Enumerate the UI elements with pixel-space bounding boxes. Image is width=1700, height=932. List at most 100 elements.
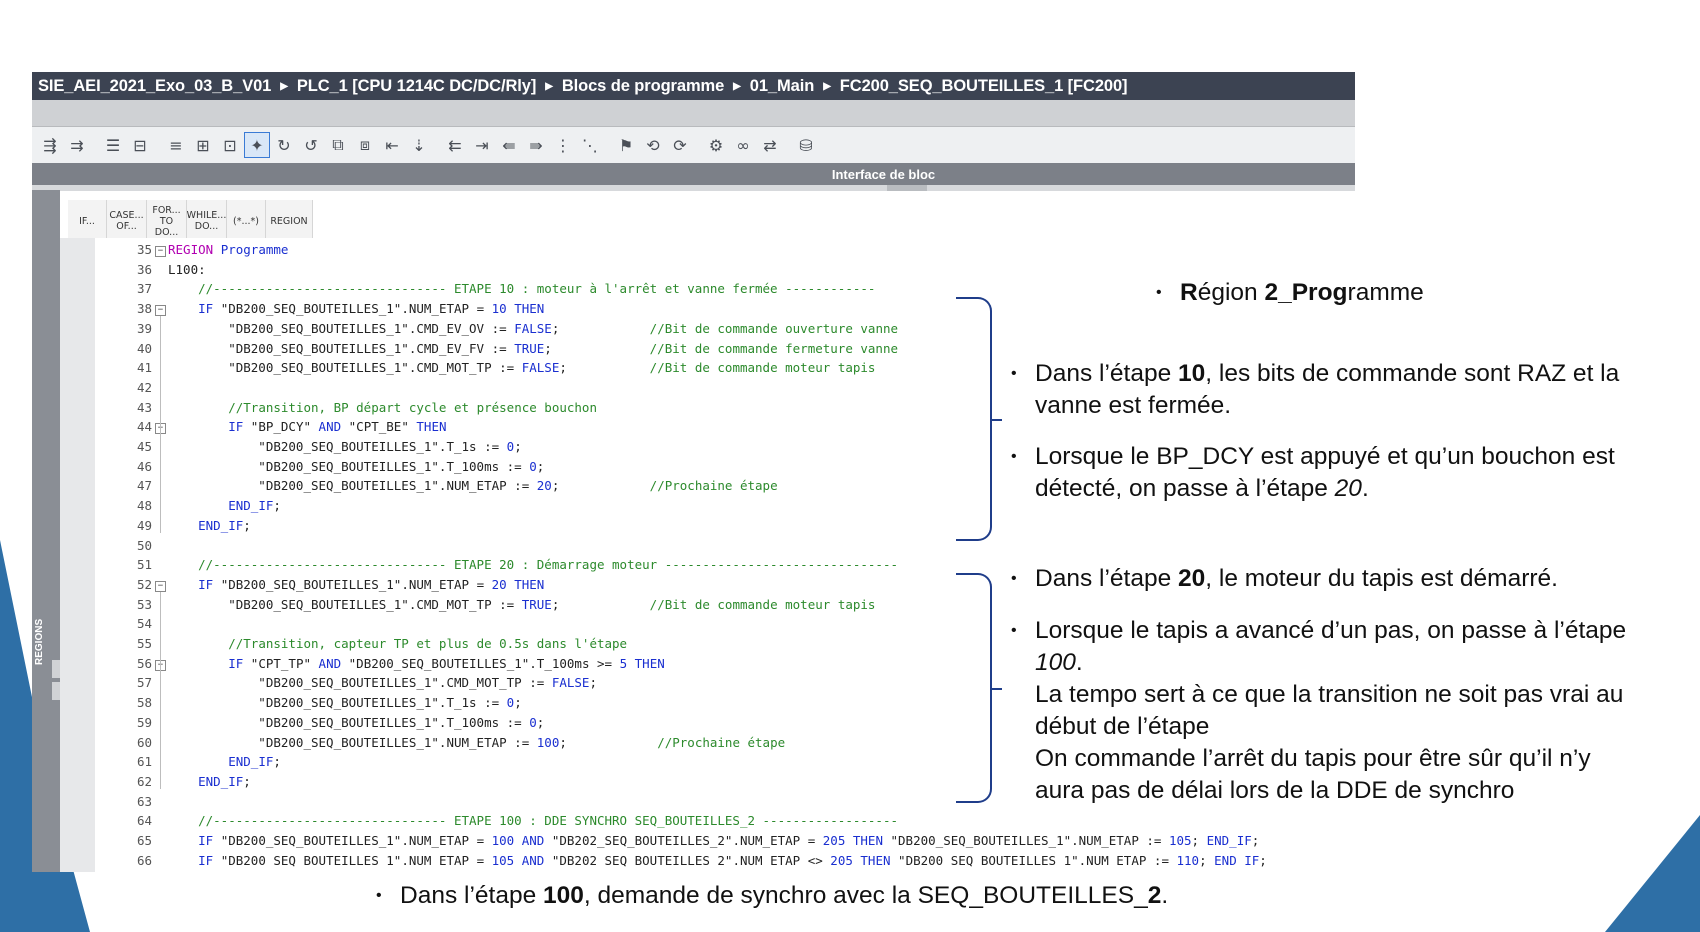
code-line[interactable]: "DB200_SEQ_BOUTEILLES_1".T_1s := 0; bbox=[168, 695, 521, 710]
bullet-icon: • bbox=[376, 887, 382, 904]
indent-icon[interactable]: ⊡ bbox=[218, 133, 242, 157]
monitor-icon[interactable]: ⧈ bbox=[353, 133, 377, 157]
insert-row-icon[interactable]: ☰ bbox=[101, 133, 125, 157]
uncomment-icon[interactable]: ⇥ bbox=[470, 133, 494, 157]
code-line[interactable]: END_IF; bbox=[168, 754, 281, 769]
insert-case-button[interactable]: CASE... OF... bbox=[107, 200, 147, 242]
code-line[interactable]: "DB200_SEQ_BOUTEILLES_1".CMD_MOT_TP := F… bbox=[168, 360, 875, 375]
refresh-icon[interactable]: ⟲ bbox=[641, 133, 665, 157]
compare-offline-icon[interactable]: ⇄ bbox=[758, 133, 782, 157]
regions-tab[interactable] bbox=[52, 660, 60, 678]
database-icon[interactable]: ⛁ bbox=[794, 133, 818, 157]
download-icon[interactable]: ⇣ bbox=[407, 133, 431, 157]
reload-icon[interactable]: ⟳ bbox=[668, 133, 692, 157]
fold-guide bbox=[160, 434, 161, 514]
code-line[interactable]: IF "CPT_TP" AND "DB200_SEQ_BOUTEILLES_1"… bbox=[168, 656, 665, 671]
code-line[interactable]: "DB200_SEQ_BOUTEILLES_1".T_100ms := 0; bbox=[168, 459, 544, 474]
code-line[interactable]: END_IF; bbox=[168, 498, 281, 513]
code-line[interactable]: REGION Programme bbox=[168, 242, 288, 257]
line-number: 62 bbox=[136, 773, 152, 789]
line-number: 47 bbox=[136, 478, 152, 494]
regions-panel[interactable]: REGIONS bbox=[32, 190, 60, 872]
code-line[interactable]: //Transition, BP départ cycle et présenc… bbox=[168, 400, 597, 415]
splitter[interactable] bbox=[32, 185, 1355, 191]
breadcrumb-fc200[interactable]: FC200_SEQ_BOUTEILLES_1 [FC200] bbox=[840, 77, 1128, 96]
code-line[interactable]: END_IF; bbox=[168, 774, 251, 789]
align-right-icon[interactable]: ⇛ bbox=[524, 133, 548, 157]
code-line[interactable]: "DB200_SEQ_BOUTEILLES_1".CMD_EV_OV := FA… bbox=[168, 321, 898, 336]
delete-row-icon[interactable]: ⊟ bbox=[128, 133, 152, 157]
code-line[interactable]: "DB200_SEQ_BOUTEILLES_1".NUM_ETAP := 20;… bbox=[168, 478, 777, 493]
watch-icon[interactable]: ⚑ bbox=[614, 133, 638, 157]
line-number: 64 bbox=[136, 813, 152, 829]
bracket-etape-20 bbox=[956, 573, 1002, 803]
breadcrumb-blocks[interactable]: Blocs de programme bbox=[562, 77, 724, 96]
code-line[interactable]: "DB200_SEQ_BOUTEILLES_1".NUM_ETAP := 100… bbox=[168, 735, 785, 750]
glasses-icon[interactable]: ∞ bbox=[731, 133, 755, 157]
insert-network-icon[interactable]: ⇶ bbox=[38, 133, 62, 157]
insert-while-button[interactable]: WHILE... DO... bbox=[187, 200, 227, 242]
code-line[interactable]: //------------------------------- ETAPE … bbox=[168, 281, 875, 296]
code-line[interactable]: //------------------------------- ETAPE … bbox=[168, 813, 898, 828]
delete-network-icon[interactable]: ⇉ bbox=[65, 133, 89, 157]
line-number: 42 bbox=[136, 379, 152, 395]
line-number: 43 bbox=[136, 399, 152, 415]
line-number: 35 bbox=[136, 242, 152, 257]
fold-toggle-icon[interactable]: − bbox=[155, 580, 166, 592]
bullet-icon: • bbox=[1156, 284, 1162, 301]
line-number: 48 bbox=[136, 498, 152, 514]
list-icon[interactable]: ⋮ bbox=[551, 133, 575, 157]
regions-tab[interactable] bbox=[52, 682, 60, 700]
code-line[interactable]: IF "DB200 SEQ BOUTEILLES 1".NUM ETAP = 1… bbox=[168, 853, 1267, 868]
code-line[interactable]: IF "DB200_SEQ_BOUTEILLES_1".NUM_ETAP = 1… bbox=[168, 833, 1259, 848]
bullet-icon: • bbox=[1011, 365, 1017, 382]
bracket-etape-10 bbox=[956, 297, 1002, 541]
line-number: 36 bbox=[136, 261, 152, 277]
insert-comment-button[interactable]: (*...*) bbox=[227, 200, 266, 242]
code-line[interactable]: "DB200_SEQ_BOUTEILLES_1".CMD_EV_FV := TR… bbox=[168, 341, 898, 356]
breakpoint-icon[interactable]: ↻ bbox=[272, 133, 296, 157]
line-number: 56 bbox=[136, 655, 152, 671]
block-interface-bar[interactable]: Interface de bloc bbox=[32, 163, 1355, 185]
open-all-icon[interactable]: ≡ bbox=[164, 133, 188, 157]
outdent-icon[interactable]: ⇤ bbox=[380, 133, 404, 157]
chevron-right-icon: ▶ bbox=[545, 80, 553, 92]
breadcrumb-main[interactable]: 01_Main bbox=[750, 77, 815, 96]
bullet-icon: • bbox=[1011, 570, 1017, 587]
insert-region-button[interactable]: REGION bbox=[266, 200, 313, 242]
comment-icon[interactable]: ⇇ bbox=[443, 133, 467, 157]
line-number: 57 bbox=[136, 675, 152, 691]
editor-gutter bbox=[60, 238, 95, 872]
list-delete-icon[interactable]: ⋱ bbox=[578, 133, 602, 157]
insert-if-button[interactable]: IF... bbox=[68, 200, 107, 242]
align-left-icon[interactable]: ⇚ bbox=[497, 133, 521, 157]
code-line[interactable]: //------------------------------- ETAPE … bbox=[168, 557, 898, 572]
insert-for-button[interactable]: FOR... TO DO... bbox=[147, 200, 187, 242]
code-line[interactable]: "DB200_SEQ_BOUTEILLES_1".CMD_MOT_TP := T… bbox=[168, 597, 875, 612]
online-icon[interactable]: ⚙ bbox=[704, 133, 728, 157]
code-line[interactable]: IF "DB200_SEQ_BOUTEILLES_1".NUM_ETAP = 1… bbox=[168, 301, 544, 316]
fold-guide bbox=[160, 670, 161, 770]
code-line[interactable]: "DB200_SEQ_BOUTEILLES_1".T_1s := 0; bbox=[168, 439, 521, 454]
fold-toggle-icon[interactable]: − bbox=[155, 246, 166, 257]
code-line[interactable]: IF "BP_DCY" AND "CPT_BE" THEN bbox=[168, 419, 446, 434]
breadcrumb-project[interactable]: SIE_AEI_2021_Exo_03_B_V01 bbox=[38, 77, 271, 96]
fold-toggle-icon[interactable]: − bbox=[155, 305, 166, 317]
snapshot-icon[interactable]: ✦ bbox=[244, 132, 270, 158]
code-line[interactable]: L100: bbox=[168, 262, 206, 277]
code-line[interactable]: IF "DB200_SEQ_BOUTEILLES_1".NUM_ETAP = 2… bbox=[168, 577, 544, 592]
code-line[interactable]: "DB200_SEQ_BOUTEILLES_1".CMD_MOT_TP := F… bbox=[168, 675, 597, 690]
chevron-right-icon: ▶ bbox=[733, 80, 741, 92]
code-line[interactable]: END_IF; bbox=[168, 518, 251, 533]
code-line[interactable]: //Transition, capteur TP et plus de 0.5s… bbox=[168, 636, 627, 651]
block-interface-label: Interface de bloc bbox=[831, 166, 936, 182]
splitter-handle[interactable] bbox=[887, 185, 927, 191]
annotation-etape10-b: • Lorsque le BP_DCY est appuyé et qu’un … bbox=[1011, 443, 1615, 502]
compare-icon[interactable]: ⧉ bbox=[326, 133, 350, 157]
breadcrumb-plc[interactable]: PLC_1 [CPU 1214C DC/DC/Rly] bbox=[297, 77, 536, 96]
close-all-icon[interactable]: ⊞ bbox=[191, 133, 215, 157]
breadcrumb: SIE_AEI_2021_Exo_03_B_V01 ▶ PLC_1 [CPU 12… bbox=[32, 72, 1355, 100]
code-line[interactable]: "DB200_SEQ_BOUTEILLES_1".T_100ms := 0; bbox=[168, 715, 544, 730]
step-icon[interactable]: ↺ bbox=[299, 133, 323, 157]
line-number: 40 bbox=[136, 340, 152, 356]
